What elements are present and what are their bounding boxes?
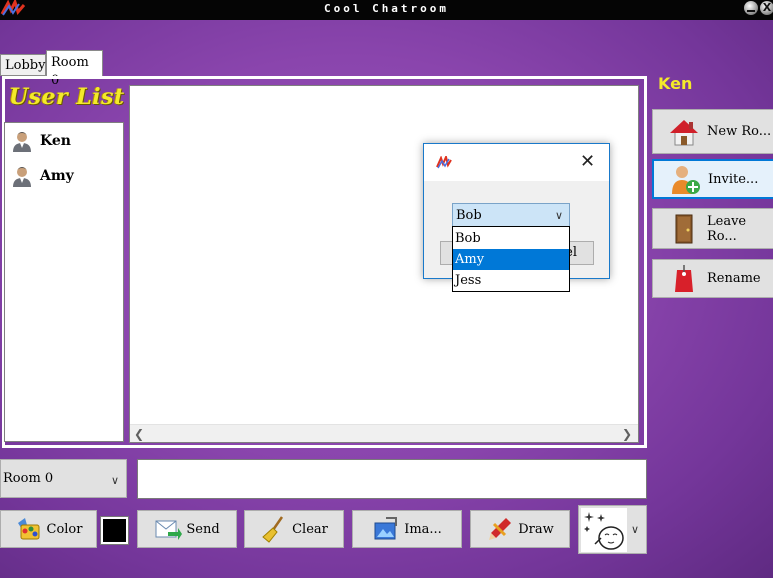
dialog-close-button[interactable]: ✕ <box>580 152 598 172</box>
tab-room-0[interactable]: Room 0 <box>46 50 103 88</box>
combobox-value: Bob <box>456 207 482 223</box>
invite-user-combobox[interactable]: Bob ∨ <box>452 203 570 227</box>
app-logo-icon <box>436 153 452 170</box>
option-item[interactable]: Jess <box>453 270 569 291</box>
user-name: Amy <box>40 168 74 184</box>
emoji-select-dropdown[interactable]: ∨ <box>578 505 647 554</box>
app-logo-icon <box>0 0 26 18</box>
send-label: Send <box>186 521 220 537</box>
user-icon <box>13 132 31 152</box>
combobox-options-list[interactable]: Bob Amy Jess <box>452 226 570 292</box>
rename-label: Rename <box>707 271 761 286</box>
horizontal-scrollbar[interactable]: ❮ ❯ <box>130 424 638 442</box>
image-button[interactable]: Ima... <box>352 510 462 548</box>
invite-label: Invite... <box>708 171 759 187</box>
chevron-down-icon: ∨ <box>631 523 640 536</box>
new-room-label: New Ro... <box>707 124 772 139</box>
window-title: Cool Chatroom <box>323 2 450 15</box>
paint-palette-icon <box>17 518 39 540</box>
pencil-icon <box>489 518 512 540</box>
tag-icon <box>675 264 693 292</box>
sparkle-emoji-icon <box>584 512 624 550</box>
scroll-left-arrow-icon[interactable]: ❮ <box>134 427 146 441</box>
draw-label: Draw <box>518 521 554 537</box>
user-list[interactable]: Ken Amy <box>4 122 124 442</box>
close-window-button[interactable]: X <box>760 1 773 15</box>
leave-room-label: Leave Ro... <box>707 213 747 244</box>
user-icon <box>13 167 31 187</box>
selected-color-swatch[interactable] <box>100 516 129 545</box>
invite-button[interactable]: Invite... <box>652 159 773 199</box>
list-item-user[interactable]: Amy <box>11 164 74 188</box>
new-room-button[interactable]: New Ro... <box>652 109 773 154</box>
option-item[interactable]: Bob <box>453 228 569 249</box>
tab-lobby[interactable]: Lobby <box>0 54 46 76</box>
user-list-title: User List <box>9 84 125 110</box>
house-icon <box>670 119 698 145</box>
image-icon <box>374 517 398 540</box>
draw-button[interactable]: Draw <box>470 510 570 548</box>
option-item-highlighted[interactable]: Amy <box>453 249 569 270</box>
image-label: Ima... <box>404 521 442 537</box>
add-user-icon <box>672 166 700 194</box>
list-item-user[interactable]: Ken <box>11 129 71 153</box>
chevron-down-icon: ∨ <box>111 474 120 487</box>
door-icon <box>675 214 693 243</box>
color-label: Color <box>46 521 83 537</box>
room-select-value: Room 0 <box>3 471 54 486</box>
broom-icon <box>262 516 284 543</box>
color-button[interactable]: Color <box>0 510 97 548</box>
scroll-right-arrow-icon[interactable]: ❯ <box>622 427 634 441</box>
emoji-preview <box>581 508 627 552</box>
send-button[interactable]: Send <box>137 510 237 548</box>
current-username: Ken <box>658 74 693 93</box>
send-icon <box>155 520 183 540</box>
room-select-dropdown[interactable]: Room 0 ∨ <box>0 459 127 498</box>
clear-button[interactable]: Clear <box>244 510 344 548</box>
invite-dialog: ✕ el Bob ∨ Bob Amy Jess <box>423 143 610 292</box>
chevron-down-icon: ∨ <box>555 209 564 222</box>
user-name: Ken <box>40 133 71 149</box>
leave-room-button[interactable]: Leave Ro... <box>652 208 773 249</box>
minimize-button[interactable] <box>744 1 758 15</box>
rename-button[interactable]: Rename <box>652 259 773 298</box>
clear-label: Clear <box>292 521 328 537</box>
message-input[interactable] <box>137 459 647 499</box>
